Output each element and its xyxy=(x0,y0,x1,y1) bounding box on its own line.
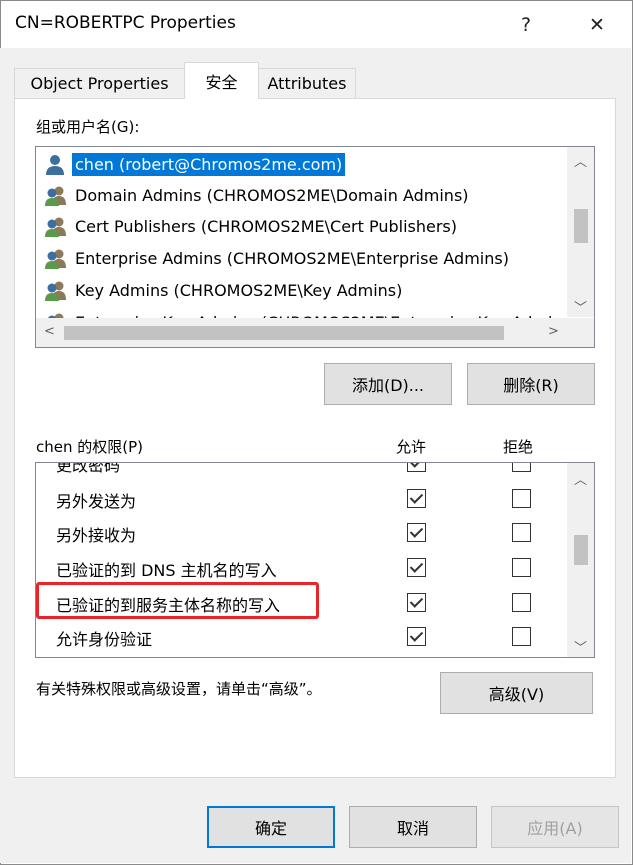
scroll-up-icon[interactable]: ︿ xyxy=(567,151,594,170)
permission-name: 另外发送为 xyxy=(56,492,137,511)
ok-button[interactable]: 确定 xyxy=(207,806,335,848)
deny-checkbox[interactable] xyxy=(512,593,531,612)
scroll-left-icon[interactable]: < xyxy=(36,324,63,339)
list-item-label: Enterprise Admins (CHROMOS2ME\Enterprise… xyxy=(75,249,509,268)
permission-row: 更改密码 xyxy=(36,462,568,479)
deny-checkbox[interactable] xyxy=(512,463,531,472)
deny-checkbox[interactable] xyxy=(512,627,531,646)
tab-attributes[interactable]: Attributes xyxy=(258,68,356,98)
allow-checkbox[interactable] xyxy=(407,558,426,577)
scroll-thumb[interactable] xyxy=(64,326,504,340)
scrollbar-corner xyxy=(567,318,594,347)
permission-row: 另外接收为 xyxy=(36,515,568,549)
permission-name: 允许身份验证 xyxy=(56,630,153,649)
deny-column-header: 拒绝 xyxy=(503,438,534,456)
cancel-button[interactable]: 取消 xyxy=(349,806,477,848)
permission-name: 另外接收为 xyxy=(56,526,137,545)
group-user-list[interactable]: chen (robert@Chromos2me.com) Domain Admi… xyxy=(35,146,595,348)
deny-checkbox[interactable] xyxy=(512,523,531,542)
scroll-right-icon[interactable]: > xyxy=(540,324,567,339)
allow-column-header: 允许 xyxy=(396,438,427,456)
group-icon xyxy=(44,216,68,238)
scroll-up-icon[interactable]: ︿ xyxy=(567,469,594,488)
group-icon xyxy=(44,280,68,302)
permissions-vertical-scrollbar[interactable]: ︿ ﹀ xyxy=(567,463,594,657)
list-item[interactable]: Cert Publishers (CHROMOS2ME\Cert Publish… xyxy=(36,211,566,242)
list-item[interactable]: Enterprise Admins (CHROMOS2ME\Enterprise… xyxy=(36,243,566,274)
deny-checkbox[interactable] xyxy=(512,558,531,577)
list-item[interactable]: chen (robert@Chromos2me.com) xyxy=(36,149,566,180)
permission-row: 已验证的到 DNS 主机名的写入 xyxy=(36,550,568,584)
allow-checkbox[interactable] xyxy=(407,463,426,472)
permission-row: 允许身份验证 xyxy=(36,619,568,653)
list-item-label: Cert Publishers (CHROMOS2ME\Cert Publish… xyxy=(75,217,458,236)
highlight-annotation-box xyxy=(36,582,319,619)
permissions-label: chen 的权限(P) xyxy=(36,438,144,456)
list-item-label: Key Admins (CHROMOS2ME\Key Admins) xyxy=(75,281,403,300)
apply-button: 应用(A) xyxy=(491,806,619,848)
advanced-button[interactable]: 高级(V) xyxy=(440,672,593,714)
help-button[interactable]: ? xyxy=(504,7,548,43)
tab-object-properties[interactable]: Object Properties xyxy=(14,68,185,98)
user-list-vertical-scrollbar[interactable]: ︿ ﹀ xyxy=(567,147,594,317)
allow-checkbox[interactable] xyxy=(407,489,426,508)
advanced-hint: 有关特殊权限或高级设置，请单击“高级”。 xyxy=(36,680,322,698)
window-title: CN=ROBERTPC Properties xyxy=(15,13,236,33)
scroll-thumb[interactable] xyxy=(574,535,588,565)
allow-checkbox[interactable] xyxy=(407,593,426,612)
scroll-thumb[interactable] xyxy=(574,209,588,243)
list-item[interactable]: Key Admins (CHROMOS2ME\Key Admins) xyxy=(36,275,566,306)
permission-row: 另外发送为 xyxy=(36,481,568,515)
close-button[interactable]: ✕ xyxy=(575,7,619,43)
scroll-down-icon[interactable]: ﹀ xyxy=(567,297,594,316)
groups-label: 组或用户名(G): xyxy=(36,118,140,136)
scroll-down-icon[interactable]: ﹀ xyxy=(567,637,594,656)
remove-button[interactable]: 删除(R) xyxy=(467,363,595,405)
list-item[interactable]: Domain Admins (CHROMOS2ME\Domain Admins) xyxy=(36,180,566,211)
allow-checkbox[interactable] xyxy=(407,627,426,646)
user-icon xyxy=(44,154,68,176)
group-icon xyxy=(44,248,68,270)
tab-security[interactable]: 安全 xyxy=(184,62,259,99)
deny-checkbox[interactable] xyxy=(512,489,531,508)
user-list-horizontal-scrollbar[interactable]: < > xyxy=(36,318,594,347)
group-icon xyxy=(44,185,68,207)
list-item-label: chen (robert@Chromos2me.com) xyxy=(72,153,346,176)
allow-checkbox[interactable] xyxy=(407,523,426,542)
permission-name: 更改密码 xyxy=(56,462,121,475)
permission-name: 已验证的到 DNS 主机名的写入 xyxy=(56,561,277,580)
permissions-list[interactable]: 更改密码 另外发送为 另外接收为 已验证的到 DNS 主机名的写入 已验证的到服… xyxy=(35,462,595,658)
add-button[interactable]: 添加(D)... xyxy=(324,363,452,405)
list-item-label: Domain Admins (CHROMOS2ME\Domain Admins) xyxy=(75,186,469,205)
title-bar[interactable]: CN=ROBERTPC Properties ? ✕ xyxy=(1,1,632,49)
